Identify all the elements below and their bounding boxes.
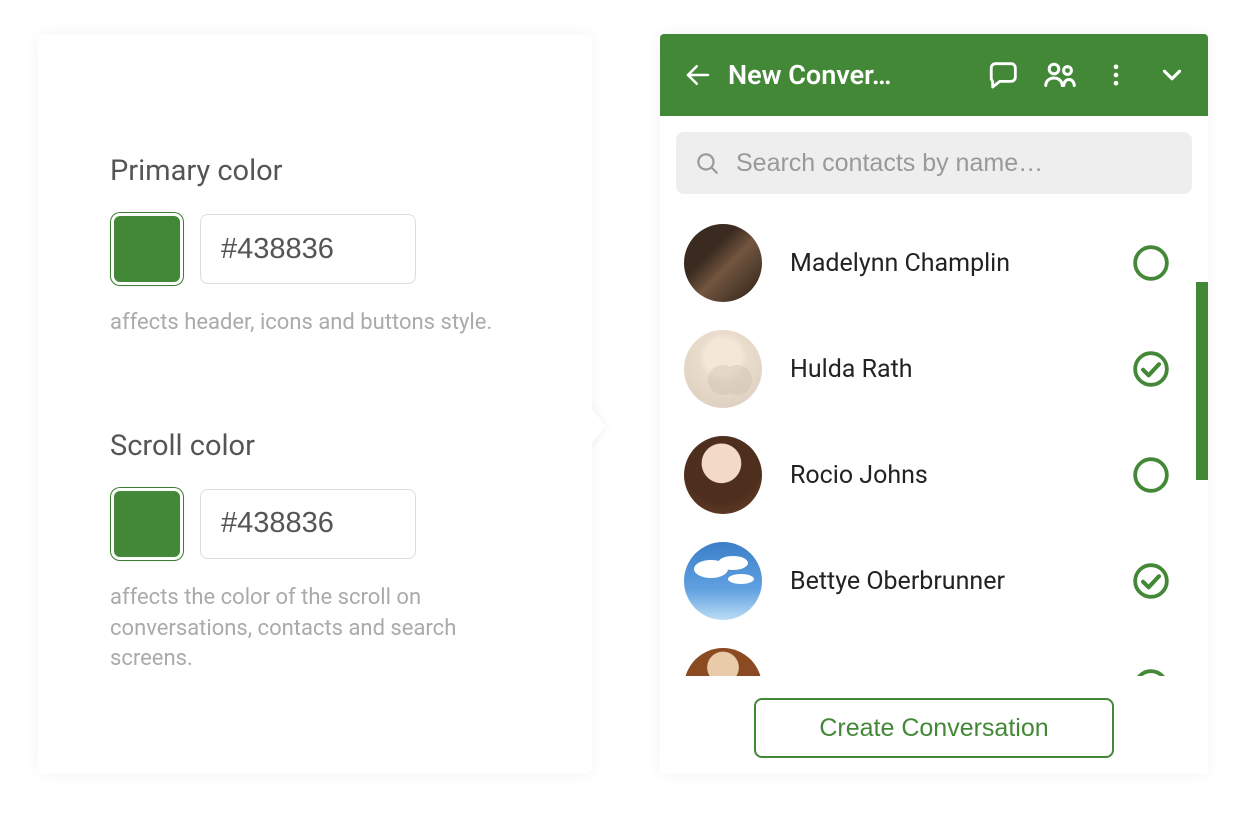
scroll-color-desc: affects the color of the scroll on conve… [110, 583, 520, 675]
contact-name: Rocio Johns [790, 461, 1104, 490]
header-title: New Conver… [728, 59, 964, 91]
search-container [660, 116, 1208, 210]
primary-color-input[interactable] [200, 214, 416, 284]
scrollbar-thumb[interactable] [1196, 282, 1208, 480]
radio-empty-icon[interactable] [1132, 244, 1170, 282]
primary-color-label: Primary color [110, 154, 520, 188]
back-button[interactable] [680, 60, 716, 90]
radio-empty-icon[interactable] [1132, 456, 1170, 494]
avatar [684, 648, 762, 676]
contact-row[interactable]: Rocio Johns [660, 422, 1188, 528]
people-button[interactable] [1032, 47, 1088, 103]
avatar [684, 224, 762, 302]
scroll-color-controls [110, 487, 520, 561]
scroll-color-swatch[interactable] [110, 487, 184, 561]
contact-name: Madelynn Champlin [790, 249, 1104, 278]
contact-name: Bettye Oberbrunner [790, 567, 1104, 596]
contact-row[interactable]: Madelynn Champlin [660, 210, 1188, 316]
arrow-left-icon [683, 60, 713, 90]
scroll-color-label: Scroll color [110, 429, 520, 463]
search-box[interactable] [676, 132, 1192, 194]
contact-name: Hulda Rath [790, 355, 1104, 384]
scroll-color-group: Scroll color affects the color of the sc… [110, 429, 520, 675]
primary-color-group: Primary color affects header, icons and … [110, 154, 520, 339]
avatar [684, 330, 762, 408]
contact-name: Lacey Satterfield [790, 673, 1104, 677]
chat-icon [987, 58, 1021, 92]
new-conversation-panel: New Conver… Madelynn Champlin Hulda Rath R… [660, 34, 1208, 774]
scroll-color-input[interactable] [200, 489, 416, 559]
more-vertical-icon [1102, 61, 1130, 89]
radio-empty-icon[interactable] [1132, 668, 1170, 676]
avatar [684, 436, 762, 514]
chat-button[interactable] [976, 47, 1032, 103]
checkmark-circle-icon[interactable] [1132, 562, 1170, 600]
chevron-down-icon [1157, 60, 1187, 90]
contacts-list[interactable]: Madelynn Champlin Hulda Rath Rocio Johns Be… [660, 210, 1208, 676]
people-icon [1042, 57, 1078, 93]
primary-color-controls [110, 212, 520, 286]
create-conversation-button[interactable]: Create Conversation [754, 698, 1114, 758]
header-actions [976, 47, 1200, 103]
contact-row[interactable]: Lacey Satterfield [660, 634, 1188, 676]
color-settings-panel: Primary color affects header, icons and … [38, 34, 592, 774]
contact-row[interactable]: Hulda Rath [660, 316, 1188, 422]
avatar [684, 542, 762, 620]
search-icon [694, 150, 720, 176]
app-header: New Conver… [660, 34, 1208, 116]
footer: Create Conversation [660, 676, 1208, 774]
more-button[interactable] [1088, 47, 1144, 103]
primary-color-swatch[interactable] [110, 212, 184, 286]
collapse-button[interactable] [1144, 47, 1200, 103]
contact-row[interactable]: Bettye Oberbrunner [660, 528, 1188, 634]
checkmark-circle-icon[interactable] [1132, 350, 1170, 388]
search-input[interactable] [736, 149, 1174, 178]
primary-color-desc: affects header, icons and buttons style. [110, 308, 520, 339]
